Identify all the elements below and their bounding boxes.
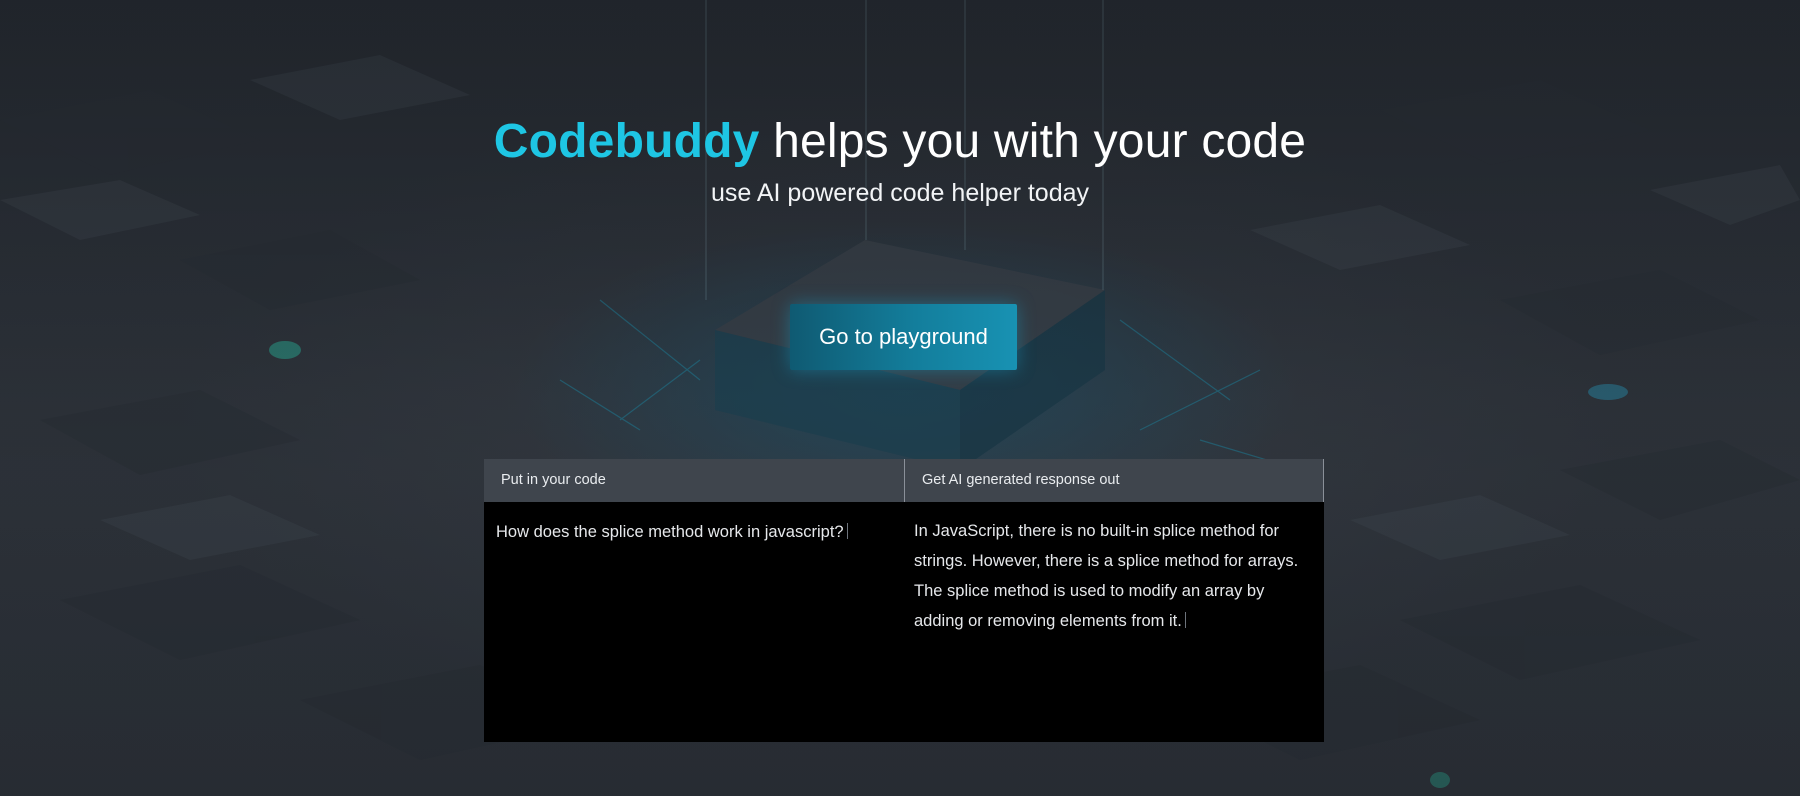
brand-name: Codebuddy	[493, 115, 760, 168]
headline-text: helps you with your code	[759, 115, 1307, 168]
code-input-text: How does the splice method work in javas…	[496, 523, 844, 541]
subtitle: use AI powered code helper today	[710, 179, 1090, 207]
demo-panel: Put in your code Get AI generated respon…	[484, 459, 1324, 742]
output-column-header: Get AI generated response out	[904, 459, 1324, 502]
go-to-playground-button[interactable]: Go to playground	[790, 304, 1017, 370]
demo-panel-body: How does the splice method work in javas…	[484, 502, 1324, 742]
demo-panel-header: Put in your code Get AI generated respon…	[484, 459, 1324, 502]
headline: Codebuddy helps you with your code	[0, 112, 1800, 172]
ai-response-text: In JavaScript, there is no built-in spli…	[914, 522, 1299, 630]
ai-response-pane: In JavaScript, there is no built-in spli…	[904, 502, 1324, 742]
typing-caret	[1184, 612, 1186, 628]
code-input-pane: How does the splice method work in javas…	[484, 502, 904, 742]
hero-section: Codebuddy helps you with your code use A…	[0, 112, 1800, 210]
input-column-header: Put in your code	[501, 472, 606, 488]
typing-caret	[846, 523, 848, 539]
